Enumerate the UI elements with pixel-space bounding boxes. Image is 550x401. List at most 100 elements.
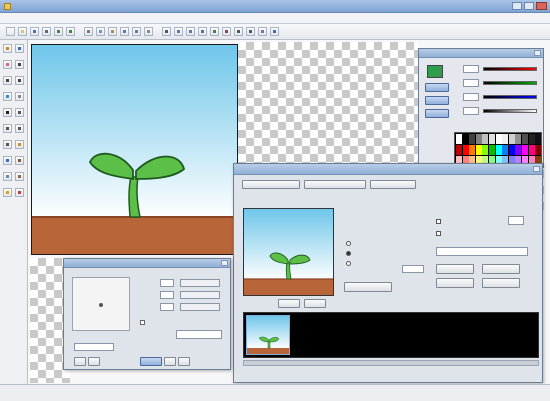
fill-tool-button[interactable] xyxy=(3,92,12,101)
palette-tool-button[interactable] xyxy=(15,188,24,197)
palette-swatch[interactable] xyxy=(535,144,542,155)
brush-checkbox[interactable] xyxy=(140,320,145,325)
print-button[interactable] xyxy=(42,27,51,36)
spray-tool-button[interactable] xyxy=(15,92,24,101)
onion-skin-button[interactable] xyxy=(258,27,267,36)
channel-slider-0[interactable] xyxy=(483,67,537,71)
brush-field-slider-1[interactable] xyxy=(180,291,220,299)
stamp-tool-button[interactable] xyxy=(15,156,24,165)
brush-size-field[interactable] xyxy=(74,343,114,351)
dialog-top-button-2[interactable] xyxy=(370,180,416,189)
mode-radio-1[interactable] xyxy=(346,251,351,256)
layer-button[interactable] xyxy=(198,27,207,36)
dialog-action-button-2[interactable] xyxy=(436,278,474,288)
blur-tool-button[interactable] xyxy=(3,172,12,181)
frame-thumbnail[interactable] xyxy=(246,315,290,355)
pencil-tool-button[interactable] xyxy=(3,44,12,53)
palette-swatch[interactable] xyxy=(528,144,535,155)
channel-value-0[interactable] xyxy=(463,65,479,73)
eraser-tool-button[interactable] xyxy=(3,60,12,69)
smudge-tool-button[interactable] xyxy=(15,172,24,181)
rotate-button[interactable] xyxy=(186,27,195,36)
palette-swatch[interactable] xyxy=(469,144,476,155)
copy-button[interactable] xyxy=(96,27,105,36)
play-button[interactable] xyxy=(278,299,300,308)
palette-swatch[interactable] xyxy=(462,144,469,155)
brush-field-value-0[interactable] xyxy=(160,279,174,287)
close-button[interactable] xyxy=(536,2,547,10)
palette-swatch[interactable] xyxy=(508,134,515,144)
palette-swatch[interactable] xyxy=(475,144,482,155)
palette-swatch[interactable] xyxy=(456,144,462,155)
brush-mode-dropdown[interactable] xyxy=(176,330,222,339)
select-button[interactable] xyxy=(162,27,171,36)
dialog-action-button-1[interactable] xyxy=(482,264,520,274)
brush-field-slider-2[interactable] xyxy=(180,303,220,311)
channel-value-3[interactable] xyxy=(463,107,479,115)
palette-swatch[interactable] xyxy=(482,134,489,144)
palette-swatch[interactable] xyxy=(535,134,542,144)
drawing-canvas[interactable] xyxy=(31,44,238,255)
brush-button-1[interactable] xyxy=(88,357,100,366)
current-color-swatch[interactable] xyxy=(427,65,443,78)
stop-button[interactable] xyxy=(304,299,326,308)
palette-swatch[interactable] xyxy=(522,144,528,155)
line-tool-button[interactable] xyxy=(15,60,24,69)
picker-tool-button[interactable] xyxy=(15,108,24,117)
select-tool-button[interactable] xyxy=(3,124,12,133)
mode-radio-0[interactable] xyxy=(346,241,351,246)
dialog-action-button-3[interactable] xyxy=(482,278,520,288)
brush-button-4[interactable] xyxy=(178,357,190,366)
redo-button[interactable] xyxy=(66,27,75,36)
undo-button[interactable] xyxy=(54,27,63,36)
text-tool-button[interactable] xyxy=(3,108,12,117)
new-file-button[interactable] xyxy=(6,27,15,36)
brush-field-value-2[interactable] xyxy=(160,303,174,311)
ellipse-tool-button[interactable] xyxy=(15,76,24,85)
palette-swatch[interactable] xyxy=(482,144,489,155)
brush-field-slider-0[interactable] xyxy=(180,279,220,287)
zoom-tool-button[interactable] xyxy=(3,156,12,165)
channel-slider-2[interactable] xyxy=(483,95,537,99)
channel-value-1[interactable] xyxy=(463,79,479,87)
brush-button-3[interactable] xyxy=(164,357,176,366)
palette-swatch[interactable] xyxy=(489,144,495,155)
open-folder-button[interactable] xyxy=(18,27,27,36)
palette-swatch[interactable] xyxy=(502,134,509,144)
move-tool-button[interactable] xyxy=(15,124,24,133)
palette-swatch[interactable] xyxy=(502,144,509,155)
dialog-action-button-0[interactable] xyxy=(436,264,474,274)
dialog-top-button-1[interactable] xyxy=(304,180,366,189)
dialog-top-button-0[interactable] xyxy=(242,180,300,189)
cut-button[interactable] xyxy=(84,27,93,36)
palette-swatch[interactable] xyxy=(508,144,515,155)
frames-scrollbar[interactable] xyxy=(243,360,539,366)
color-swap-button[interactable] xyxy=(3,188,12,197)
rect-tool-button[interactable] xyxy=(3,76,12,85)
output-checkbox-0[interactable] xyxy=(436,219,441,224)
frame-count-spinner[interactable] xyxy=(508,216,524,225)
mode-radio-2[interactable] xyxy=(346,261,351,266)
close-icon[interactable] xyxy=(221,260,228,266)
color-tab-1[interactable] xyxy=(425,96,449,105)
mode-dropdown[interactable] xyxy=(402,265,424,273)
palette-swatch[interactable] xyxy=(528,134,535,144)
minimize-button[interactable] xyxy=(512,2,522,10)
size-dropdown[interactable] xyxy=(436,247,528,256)
export-button[interactable] xyxy=(344,282,392,292)
zoom-out-button[interactable] xyxy=(132,27,141,36)
help-button[interactable] xyxy=(270,27,279,36)
palette-swatch[interactable] xyxy=(495,144,502,155)
palette-swatch[interactable] xyxy=(475,134,482,144)
close-icon[interactable] xyxy=(533,166,540,172)
brush-button-0[interactable] xyxy=(74,357,86,366)
stop-button[interactable] xyxy=(222,27,231,36)
flip-button[interactable] xyxy=(174,27,183,36)
grid-button[interactable] xyxy=(144,27,153,36)
color-tab-0[interactable] xyxy=(425,83,449,92)
play-button[interactable] xyxy=(210,27,219,36)
palette-swatch[interactable] xyxy=(456,134,462,144)
channel-slider-3[interactable] xyxy=(483,109,537,113)
zoom-in-button[interactable] xyxy=(120,27,129,36)
palette-swatch[interactable] xyxy=(515,134,522,144)
